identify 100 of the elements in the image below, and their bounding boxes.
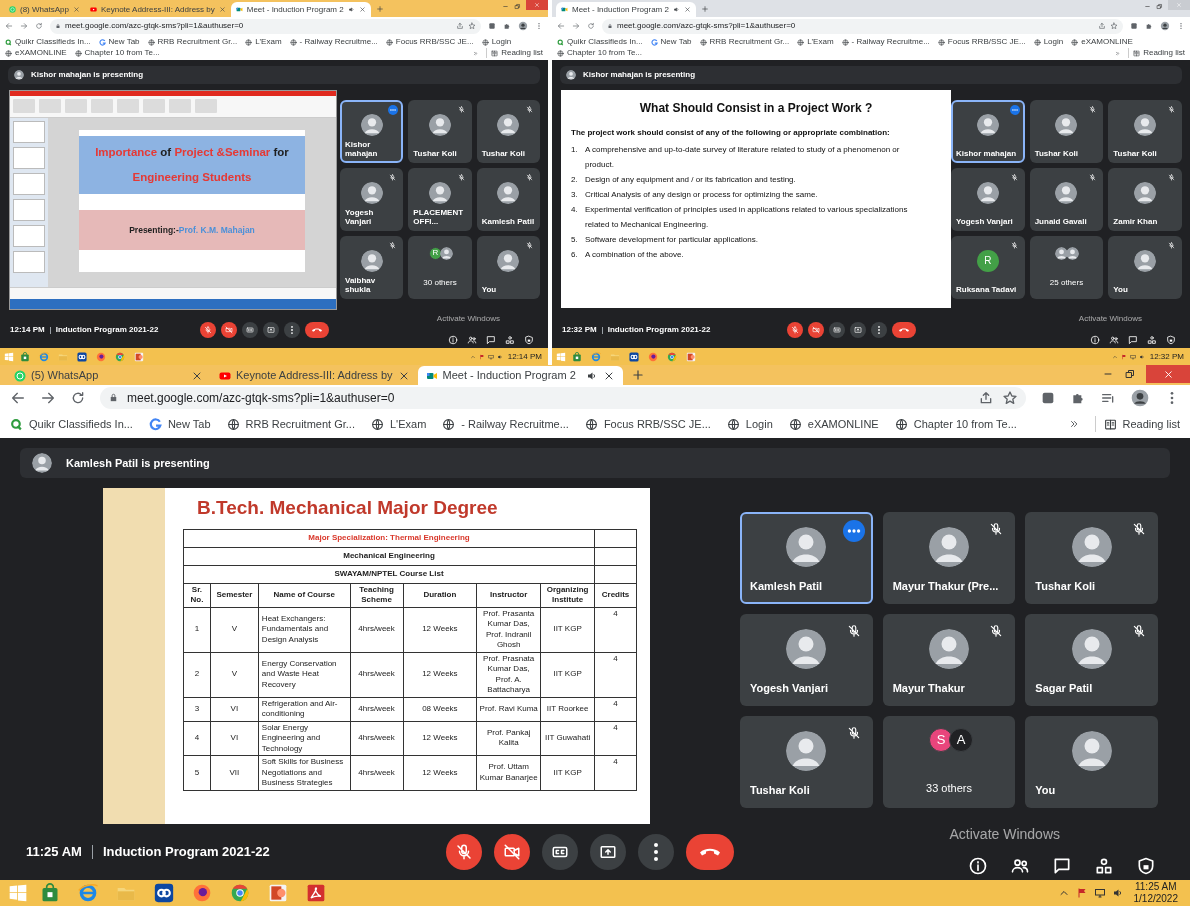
bookmark-link[interactable]: L'Exam xyxy=(807,37,834,47)
leave-call-button[interactable] xyxy=(305,322,329,338)
more-options-button[interactable] xyxy=(638,834,674,870)
speaker-icon[interactable] xyxy=(1138,353,1145,360)
bookmark-link[interactable]: Chapter 10 from Te... xyxy=(913,415,1017,433)
browser-tab[interactable]: Meet - Induction Program 2 xyxy=(417,366,623,385)
more-bookmarks-icon[interactable] xyxy=(1068,419,1079,429)
avatar-icon[interactable] xyxy=(1130,387,1150,408)
more-options-button[interactable] xyxy=(284,322,300,338)
captions-button[interactable] xyxy=(829,322,845,338)
bookmark-link[interactable]: New Tab xyxy=(167,415,211,433)
bookmark-link[interactable]: - Railway Recruitme... xyxy=(461,415,569,433)
puzzle-icon[interactable] xyxy=(503,22,511,30)
address-bar[interactable]: meet.google.com/azc-gtqk-sms?pli=1&authuser=0 xyxy=(50,18,481,34)
present-button[interactable] xyxy=(263,322,279,338)
people-icon[interactable] xyxy=(467,335,477,345)
speaker-icon[interactable] xyxy=(672,6,680,13)
bookmark-link[interactable]: RRB Recruitment Gr... xyxy=(245,415,355,433)
leave-call-button[interactable] xyxy=(892,322,916,338)
more-options-button[interactable] xyxy=(871,322,887,338)
activities-icon[interactable] xyxy=(505,335,515,345)
activities-icon[interactable] xyxy=(1094,856,1114,876)
minimize-icon[interactable] xyxy=(502,3,509,10)
host-controls-icon[interactable] xyxy=(524,335,534,345)
bookmark-link[interactable]: eXAMONLINE xyxy=(807,415,879,433)
microphone-button[interactable] xyxy=(200,322,216,338)
microphone-button[interactable] xyxy=(446,834,482,870)
bookmark-link[interactable]: Login xyxy=(745,415,773,433)
slide-thumbnail[interactable] xyxy=(13,173,45,195)
address-bar[interactable]: meet.google.com/azc-gtqk-sms?pli=1&authuser=0 xyxy=(100,386,1026,409)
star-icon[interactable] xyxy=(1002,389,1018,406)
bookmark-link[interactable]: Login xyxy=(1043,37,1064,47)
bookmark-link[interactable]: Login xyxy=(491,37,512,47)
browser-icon[interactable] xyxy=(192,883,212,903)
flag-icon[interactable] xyxy=(478,353,485,360)
chat-icon[interactable] xyxy=(1052,856,1072,876)
app-icon[interactable] xyxy=(77,351,87,362)
restore-icon[interactable] xyxy=(1156,3,1163,10)
host-controls-icon[interactable] xyxy=(1166,335,1176,345)
camera-button[interactable] xyxy=(494,834,530,870)
present-button[interactable] xyxy=(850,322,866,338)
bookmark-link[interactable]: - Railway Recruitme... xyxy=(299,37,378,47)
people-icon[interactable] xyxy=(1010,856,1030,876)
chat-icon[interactable] xyxy=(486,335,496,345)
bookmark-link[interactable]: New Tab xyxy=(660,37,692,47)
camera-button[interactable] xyxy=(808,322,824,338)
bookmark-link[interactable]: Focus RRB/SSC JE... xyxy=(603,415,711,433)
bookmark-link[interactable]: New Tab xyxy=(108,37,140,47)
slide-thumbnail[interactable] xyxy=(13,121,45,143)
slide-thumbnail[interactable] xyxy=(13,147,45,169)
info-icon[interactable] xyxy=(968,856,988,876)
speaker-icon[interactable] xyxy=(347,6,355,13)
reading-list-icon[interactable] xyxy=(1103,417,1117,431)
host-controls-icon[interactable] xyxy=(1136,856,1156,876)
slide-thumbnail[interactable] xyxy=(13,225,45,247)
people-icon[interactable] xyxy=(1109,335,1119,345)
browser-tab[interactable]: Meet - Induction Program 2 xyxy=(556,2,696,17)
captions-button[interactable] xyxy=(542,834,578,870)
minimize-icon[interactable] xyxy=(1144,3,1151,10)
bookmark-link[interactable]: Focus RRB/SSC JE... xyxy=(947,37,1026,47)
speaker-icon[interactable] xyxy=(496,353,503,360)
bookmark-link[interactable]: L'Exam xyxy=(389,415,427,433)
store-bag-icon[interactable] xyxy=(40,883,60,903)
bookmark-link[interactable]: eXAMONLINE xyxy=(1081,37,1133,47)
extension-icon[interactable] xyxy=(488,22,496,30)
restore-icon[interactable] xyxy=(514,3,521,10)
reading-list-icon[interactable] xyxy=(491,49,499,57)
address-bar[interactable]: meet.google.com/azc-gtqk-sms?pli=1&authuser=0 xyxy=(602,18,1123,34)
slide-thumbnail[interactable] xyxy=(13,251,45,273)
reading-list-link[interactable]: Reading list xyxy=(501,48,543,58)
bookmark-link[interactable]: Quikr Classifieds In... xyxy=(29,415,133,433)
plus-icon[interactable] xyxy=(630,368,645,382)
avatar-icon[interactable] xyxy=(518,21,528,31)
presentation-app-icon[interactable] xyxy=(268,883,288,903)
speaker-icon[interactable] xyxy=(1111,887,1124,899)
flag-icon[interactable] xyxy=(1120,353,1127,360)
bookmark-link[interactable]: Quikr Classifieds In... xyxy=(567,37,643,47)
browser-icon[interactable] xyxy=(115,351,125,362)
activities-icon[interactable] xyxy=(1147,335,1157,345)
bookmark-link[interactable]: L'Exam xyxy=(255,37,282,47)
bookmark-link[interactable]: RRB Recruitment Gr... xyxy=(157,37,238,47)
presentation-app-icon[interactable] xyxy=(134,351,144,362)
browser-icon[interactable] xyxy=(648,351,658,362)
bookmark-link[interactable]: Focus RRB/SSC JE... xyxy=(395,37,474,47)
plus-icon[interactable] xyxy=(375,4,384,13)
restore-icon[interactable] xyxy=(1124,368,1136,380)
pdf-app-icon[interactable] xyxy=(306,883,326,903)
reading-list-link[interactable]: Reading list xyxy=(1122,415,1180,433)
camera-button[interactable] xyxy=(221,322,237,338)
browser-icon[interactable] xyxy=(667,351,677,362)
microphone-button[interactable] xyxy=(787,322,803,338)
presentation-app-icon[interactable] xyxy=(686,351,696,362)
browser-icon[interactable] xyxy=(96,351,106,362)
puzzle-icon[interactable] xyxy=(1145,22,1153,30)
bookmark-link[interactable]: eXAMONLINE xyxy=(15,48,67,58)
chat-icon[interactable] xyxy=(1128,335,1138,345)
bookmark-link[interactable]: Chapter 10 from Te... xyxy=(567,48,642,58)
star-icon[interactable] xyxy=(468,22,476,30)
browser-tab[interactable]: Keynote Address-III: Address by xyxy=(211,366,418,385)
browser-tab[interactable]: (8) WhatsApp xyxy=(4,2,85,17)
